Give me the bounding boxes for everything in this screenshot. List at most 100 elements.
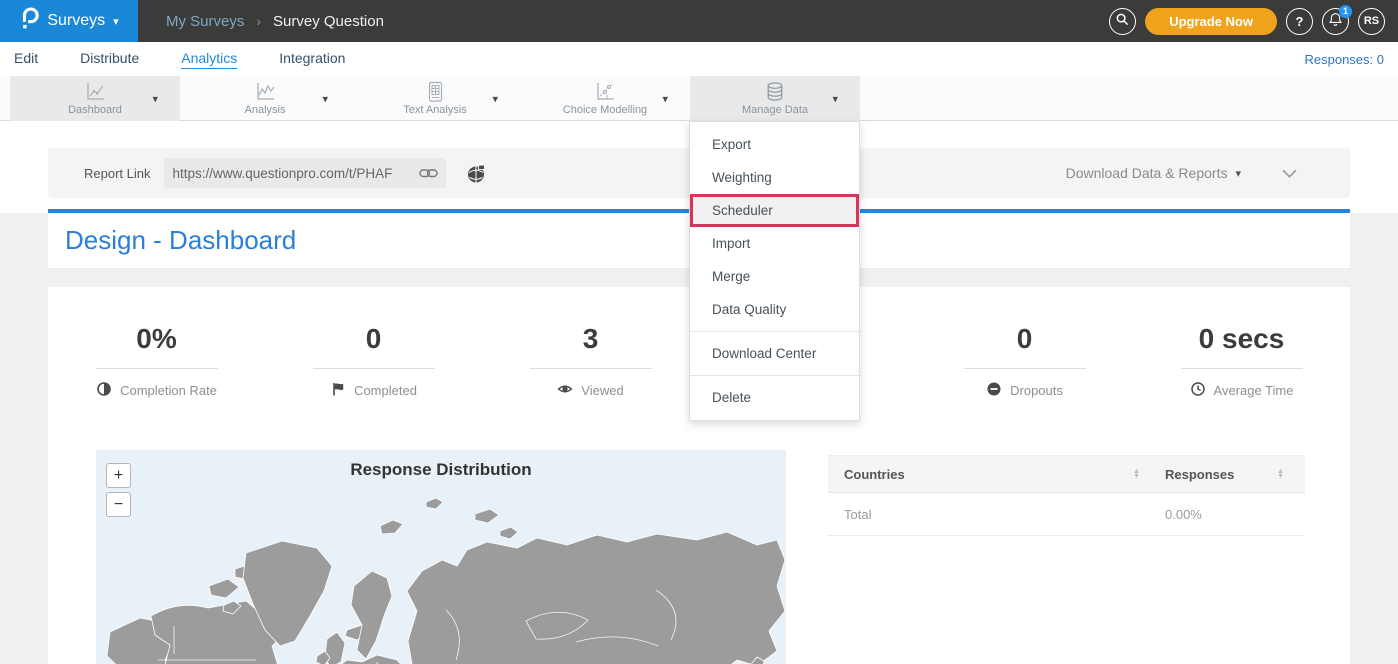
stat-value: 3 [482, 323, 699, 355]
menu-item-data-quality[interactable]: Data Quality [690, 293, 859, 326]
tab-text-analysis[interactable]: Text Analysis ▾ [350, 76, 520, 121]
chevron-down-icon[interactable]: ▾ [492, 92, 498, 105]
stat-value: 0 secs [1133, 323, 1350, 355]
table-row: Total 0.00% [828, 493, 1305, 536]
tab-dashboard[interactable]: Dashboard ▾ [10, 76, 180, 121]
avatar[interactable]: RS [1358, 8, 1385, 35]
sort-icon[interactable]: ▲▼ [1133, 469, 1165, 479]
top-navbar: Surveys ▾ My Surveys › Survey Question U… [0, 0, 1398, 42]
stat-value: 0 [916, 323, 1133, 355]
report-link-label: Report Link [84, 166, 150, 181]
zoom-out-button[interactable]: − [106, 492, 131, 517]
text-document-icon [424, 81, 446, 103]
menu-item-import[interactable]: Import [690, 227, 859, 260]
analysis-chart-icon [254, 81, 276, 103]
countries-table-header: Countries ▲▼ Responses ▲▼ [828, 456, 1305, 493]
contrast-icon [96, 381, 112, 400]
stat-label: Average Time [1214, 383, 1294, 398]
stat-label: Viewed [581, 383, 623, 398]
menu-item-scheduler[interactable]: Scheduler [690, 194, 859, 227]
questionpro-logo-icon [19, 7, 39, 36]
tab-label: Manage Data [742, 104, 808, 116]
stat-completed: 0 Completed [265, 323, 482, 400]
flag-icon [330, 381, 346, 400]
stat-viewed: 3 Viewed [482, 323, 699, 400]
row-responses: 0.00% [1165, 507, 1277, 522]
brand-label: Surveys [47, 12, 105, 30]
menu-divider [690, 331, 859, 332]
stat-label: Completion Rate [120, 383, 217, 398]
menu-item-weighting[interactable]: Weighting [690, 161, 859, 194]
link-icon[interactable] [419, 167, 438, 180]
tab-label: Analysis [245, 104, 286, 116]
clock-icon [1190, 381, 1206, 400]
surveys-menu-button[interactable]: Surveys ▾ [0, 0, 138, 42]
stat-completion-rate: 0% Completion Rate [48, 323, 265, 400]
notifications-button[interactable]: 1 [1322, 8, 1349, 35]
avatar-initials: RS [1364, 15, 1379, 27]
chevron-down-icon[interactable]: ▾ [662, 92, 668, 105]
globe-lock-icon[interactable] [466, 163, 487, 184]
column-header-responses[interactable]: Responses [1165, 467, 1277, 482]
upgrade-now-button[interactable]: Upgrade Now [1145, 8, 1277, 35]
sort-icon[interactable]: ▲▼ [1277, 469, 1284, 479]
search-button[interactable] [1109, 8, 1136, 35]
column-header-countries[interactable]: Countries [828, 467, 1133, 482]
nav-item-analytics[interactable]: Analytics [181, 50, 237, 69]
tab-label: Choice Modelling [563, 104, 647, 116]
breadcrumb: My Surveys › Survey Question [166, 13, 384, 30]
report-url-field[interactable]: https://www.questionpro.com/t/PHAF [164, 158, 446, 188]
chevron-down-icon[interactable]: ▾ [832, 92, 838, 105]
response-distribution-map: Response Distribution [96, 450, 786, 664]
stat-dropouts: 0 Dropouts [916, 323, 1133, 400]
database-icon [764, 81, 786, 103]
nav-item-distribute[interactable]: Distribute [80, 50, 139, 68]
help-button[interactable]: ? [1286, 8, 1313, 35]
breadcrumb-current: Survey Question [273, 13, 384, 30]
tab-label: Text Analysis [403, 104, 467, 116]
report-bar-right: Download Data & Reports ▾ [1066, 165, 1298, 181]
zoom-in-button[interactable]: + [106, 463, 131, 488]
navbar-actions: Upgrade Now ? 1 RS [1109, 8, 1398, 35]
menu-item-export[interactable]: Export [690, 128, 859, 161]
stat-average-time: 0 secs Average Time [1133, 323, 1350, 400]
search-icon [1115, 12, 1130, 30]
breadcrumb-separator: › [256, 13, 261, 29]
question-mark-icon: ? [1296, 14, 1304, 29]
download-data-reports-dropdown[interactable]: Download Data & Reports [1066, 165, 1228, 181]
nav-item-edit[interactable]: Edit [14, 50, 38, 68]
section-nav: Edit Distribute Analytics Integration Re… [0, 42, 1398, 76]
chevron-down-icon[interactable]: ▾ [1235, 167, 1241, 180]
map-title: Response Distribution [96, 460, 786, 480]
line-chart-icon [84, 81, 106, 103]
collapse-panel-chevron-icon[interactable] [1281, 168, 1298, 179]
app-root: Surveys ▾ My Surveys › Survey Question U… [0, 0, 1398, 664]
tab-choice-modelling[interactable]: Choice Modelling ▾ [520, 76, 690, 121]
chevron-down-icon: ▾ [113, 15, 119, 28]
nav-item-integration[interactable]: Integration [279, 50, 345, 68]
countries-table: Countries ▲▼ Responses ▲▼ Total 0.00% [828, 455, 1305, 536]
map-zoom-controls: + − [106, 463, 131, 517]
responses-count: Responses: 0 [1305, 52, 1385, 67]
menu-item-download-center[interactable]: Download Center [690, 337, 859, 370]
chevron-down-icon[interactable]: ▾ [152, 92, 158, 105]
notification-badge: 1 [1339, 5, 1352, 18]
chevron-down-icon[interactable]: ▾ [322, 92, 328, 105]
stat-value: 0 [265, 323, 482, 355]
report-url-value: https://www.questionpro.com/t/PHAF [172, 166, 419, 181]
stat-value: 0% [48, 323, 265, 355]
breadcrumb-my-surveys[interactable]: My Surveys [166, 13, 244, 30]
tab-analysis[interactable]: Analysis ▾ [180, 76, 350, 121]
scatter-chart-icon [594, 81, 616, 103]
menu-item-merge[interactable]: Merge [690, 260, 859, 293]
stat-label: Completed [354, 383, 417, 398]
tab-label: Dashboard [68, 104, 122, 116]
minus-circle-icon [986, 381, 1002, 400]
eye-icon [557, 381, 573, 400]
analytics-toolbar: Dashboard ▾ Analysis ▾ Text Analysis ▾ [0, 76, 1398, 121]
stat-label: Dropouts [1010, 383, 1063, 398]
manage-data-menu: Export Weighting Scheduler Import Merge … [689, 121, 860, 421]
tab-manage-data[interactable]: Manage Data ▾ [690, 76, 860, 121]
world-map[interactable] [96, 490, 786, 664]
menu-item-delete[interactable]: Delete [690, 381, 859, 414]
